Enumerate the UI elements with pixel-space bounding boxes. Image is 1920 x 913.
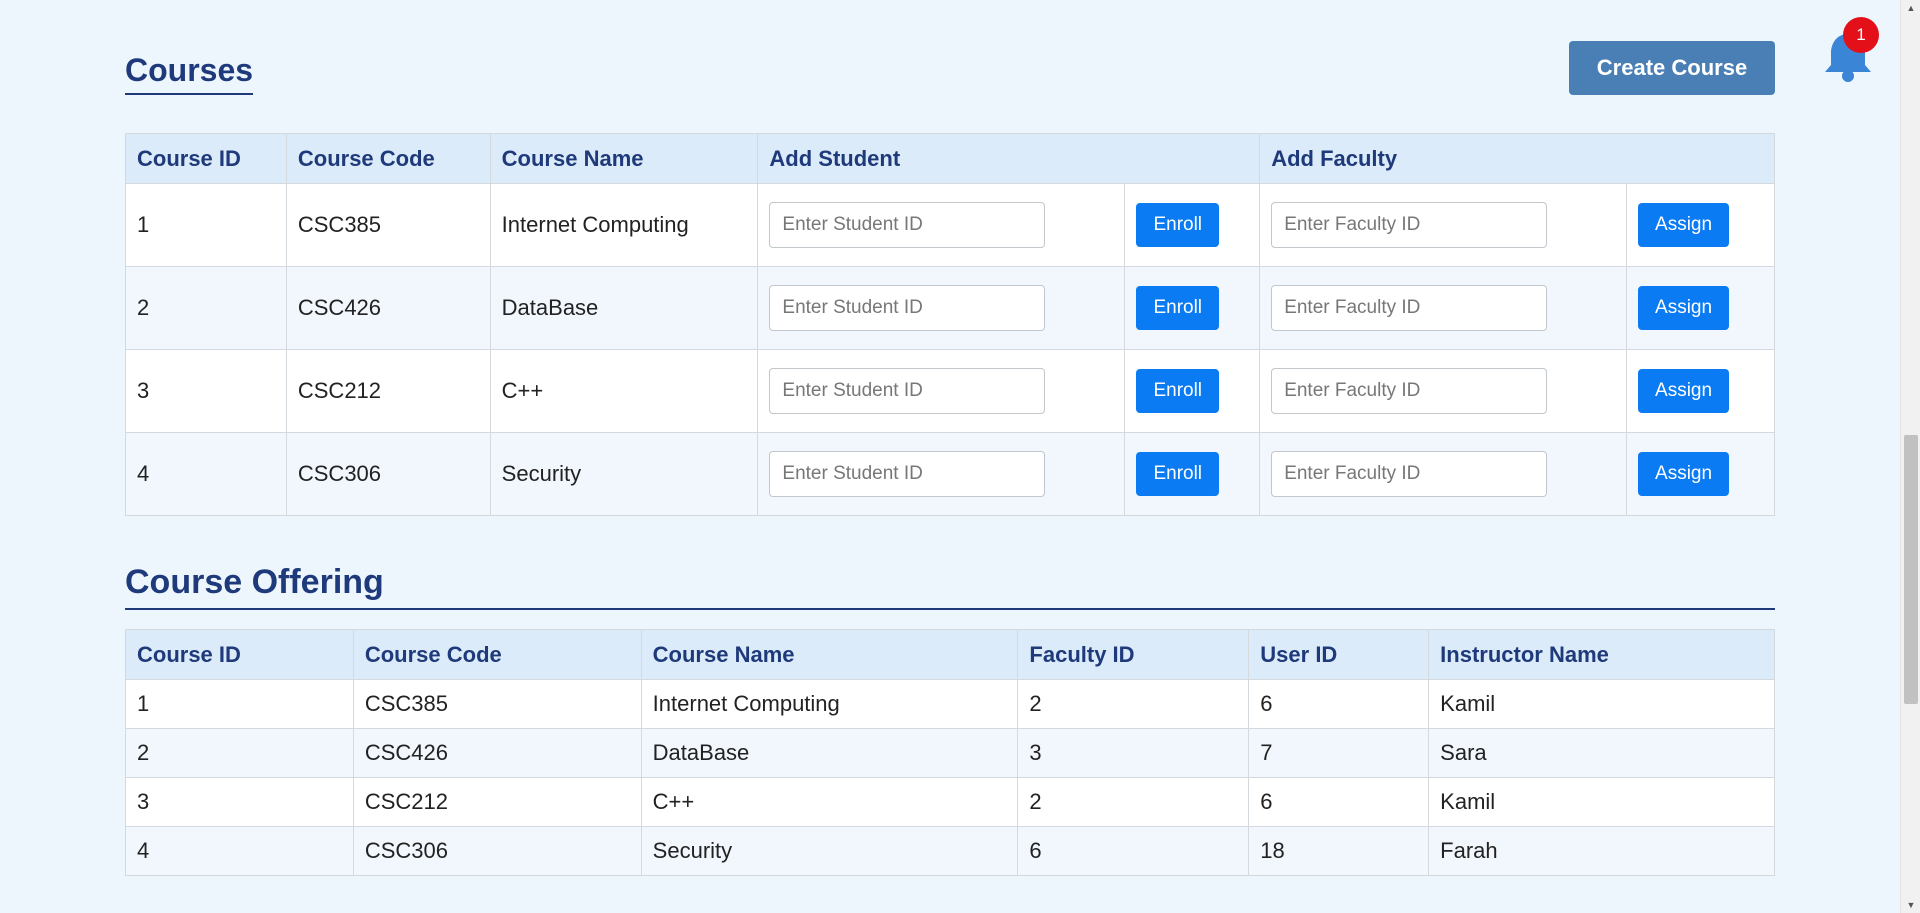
assign-cell: Assign [1626, 432, 1775, 516]
faculty-id-input[interactable] [1271, 285, 1548, 331]
course-name-cell: Internet Computing [489, 183, 759, 267]
faculty-id-input[interactable] [1271, 202, 1548, 248]
header-faculty-id: Faculty ID [1017, 629, 1250, 680]
student-id-input[interactable] [769, 202, 1046, 248]
course-id-cell: 4 [125, 826, 354, 876]
enroll-cell: Enroll [1124, 266, 1261, 350]
course-id-cell: 2 [125, 266, 287, 350]
assign-cell: Assign [1626, 266, 1775, 350]
page-scrollbar[interactable]: ▲ ▼ [1900, 0, 1920, 913]
enroll-cell: Enroll [1124, 432, 1261, 516]
enroll-cell: Enroll [1124, 183, 1261, 267]
header-add-faculty: Add Faculty [1259, 133, 1775, 184]
faculty-id-input[interactable] [1271, 451, 1548, 497]
student-input-cell [757, 266, 1126, 350]
scroll-up-arrow-icon[interactable]: ▲ [1901, 0, 1920, 16]
course-id-cell: 2 [125, 728, 354, 778]
course-name-cell: Internet Computing [640, 679, 1019, 729]
table-row: 1 CSC385 Internet Computing Enroll Assig… [125, 183, 1775, 267]
course-code-cell: CSC385 [285, 183, 491, 267]
course-name-cell: C++ [489, 349, 759, 433]
course-name-cell: Security [489, 432, 759, 516]
faculty-input-cell [1259, 266, 1628, 350]
table-row: 3 CSC212 C++ 2 6 Kamil [125, 777, 1775, 827]
table-row: 4 CSC306 Security 6 18 Farah [125, 826, 1775, 876]
courses-heading: Courses [125, 52, 254, 95]
student-input-cell [757, 432, 1126, 516]
student-input-cell [757, 183, 1126, 267]
student-input-cell [757, 349, 1126, 433]
user-id-cell: 6 [1248, 679, 1430, 729]
course-id-cell: 3 [125, 777, 354, 827]
course-name-cell: DataBase [640, 728, 1019, 778]
create-course-button[interactable]: Create Course [1569, 41, 1775, 95]
scrollbar-thumb[interactable] [1904, 435, 1918, 704]
assign-cell: Assign [1626, 349, 1775, 433]
student-id-input[interactable] [769, 285, 1046, 331]
user-id-cell: 7 [1248, 728, 1430, 778]
offering-header-row: Course ID Course Code Course Name Facult… [125, 629, 1775, 680]
course-id-cell: 3 [125, 349, 287, 433]
faculty-input-cell [1259, 432, 1628, 516]
user-id-cell: 18 [1248, 826, 1430, 876]
assign-button[interactable]: Assign [1638, 286, 1730, 330]
header-course-id: Course ID [125, 133, 287, 184]
instructor-name-cell: Kamil [1428, 777, 1775, 827]
instructor-name-cell: Sara [1428, 728, 1775, 778]
header-course-name: Course Name [640, 629, 1019, 680]
enroll-button[interactable]: Enroll [1136, 452, 1220, 496]
course-code-cell: CSC426 [352, 728, 642, 778]
courses-table: Course ID Course Code Course Name Add St… [125, 133, 1775, 516]
faculty-id-cell: 2 [1017, 777, 1250, 827]
table-row: 3 CSC212 C++ Enroll Assign [125, 349, 1775, 433]
course-code-cell: CSC212 [352, 777, 642, 827]
instructor-name-cell: Farah [1428, 826, 1775, 876]
course-name-cell: Security [640, 826, 1019, 876]
table-row: 4 CSC306 Security Enroll Assign [125, 432, 1775, 516]
assign-button[interactable]: Assign [1638, 452, 1730, 496]
course-offering-table: Course ID Course Code Course Name Facult… [125, 629, 1775, 876]
course-id-cell: 4 [125, 432, 287, 516]
course-code-cell: CSC385 [352, 679, 642, 729]
enroll-cell: Enroll [1124, 349, 1261, 433]
course-code-cell: CSC306 [285, 432, 491, 516]
course-code-cell: CSC306 [352, 826, 642, 876]
table-row: 1 CSC385 Internet Computing 2 6 Kamil [125, 679, 1775, 729]
course-name-cell: DataBase [489, 266, 759, 350]
course-code-cell: CSC212 [285, 349, 491, 433]
student-id-input[interactable] [769, 451, 1046, 497]
student-id-input[interactable] [769, 368, 1046, 414]
table-row: 2 CSC426 DataBase Enroll Assign [125, 266, 1775, 350]
table-row: 2 CSC426 DataBase 3 7 Sara [125, 728, 1775, 778]
course-id-cell: 1 [125, 183, 287, 267]
instructor-name-cell: Kamil [1428, 679, 1775, 729]
faculty-input-cell [1259, 349, 1628, 433]
faculty-id-cell: 6 [1017, 826, 1250, 876]
faculty-input-cell [1259, 183, 1628, 267]
header-course-id: Course ID [125, 629, 354, 680]
faculty-id-cell: 3 [1017, 728, 1250, 778]
assign-cell: Assign [1626, 183, 1775, 267]
notification-badge: 1 [1843, 17, 1879, 53]
header-instructor-name: Instructor Name [1428, 629, 1775, 680]
faculty-id-input[interactable] [1271, 368, 1548, 414]
course-offering-heading: Course Offering [125, 563, 1775, 610]
faculty-id-cell: 2 [1017, 679, 1250, 729]
scroll-down-arrow-icon[interactable]: ▼ [1901, 897, 1920, 913]
header-add-student: Add Student [757, 133, 1261, 184]
enroll-button[interactable]: Enroll [1136, 286, 1220, 330]
course-name-cell: C++ [640, 777, 1019, 827]
assign-button[interactable]: Assign [1638, 369, 1730, 413]
header-course-code: Course Code [352, 629, 642, 680]
header-course-name: Course Name [489, 133, 759, 184]
courses-header-row: Course ID Course Code Course Name Add St… [125, 133, 1775, 184]
enroll-button[interactable]: Enroll [1136, 203, 1220, 247]
assign-button[interactable]: Assign [1638, 203, 1730, 247]
header-course-code: Course Code [285, 133, 491, 184]
enroll-button[interactable]: Enroll [1136, 369, 1220, 413]
course-id-cell: 1 [125, 679, 354, 729]
course-code-cell: CSC426 [285, 266, 491, 350]
user-id-cell: 6 [1248, 777, 1430, 827]
header-user-id: User ID [1248, 629, 1430, 680]
